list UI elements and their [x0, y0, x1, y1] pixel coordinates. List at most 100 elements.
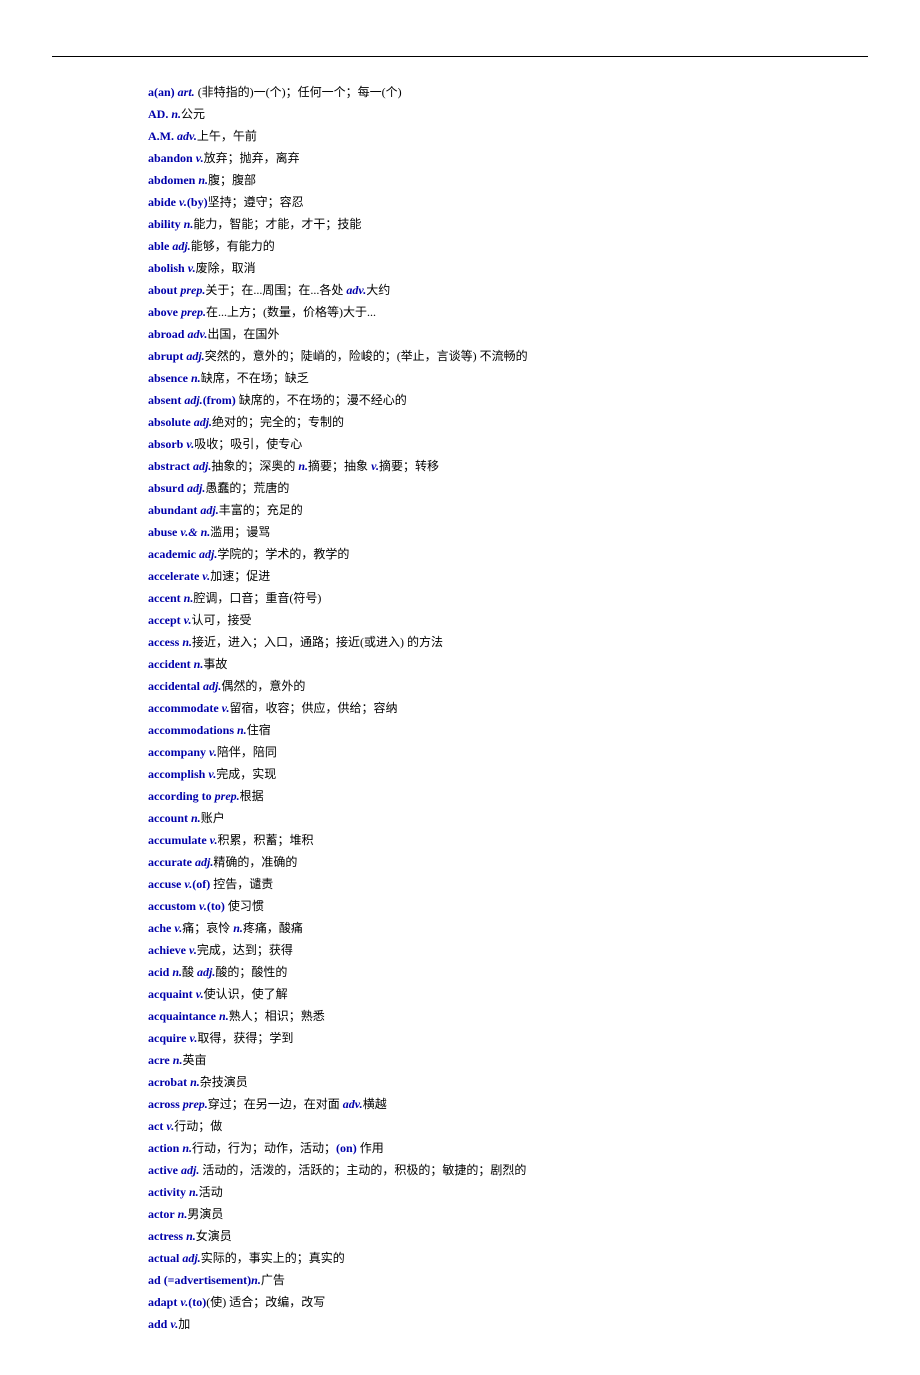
part-of-speech: v. — [184, 613, 192, 627]
vocab-entry: abundant adj.丰富的；充足的 — [148, 499, 864, 521]
definition: 接近，进入；入口，通路；接近(或进入) 的方法 — [192, 635, 443, 649]
part-of-speech: adj. — [197, 965, 215, 979]
part-of-speech: adj. — [193, 459, 211, 473]
headword: (on) — [336, 1141, 357, 1155]
vocab-entry: abuse v.& n.滥用；谩骂 — [148, 521, 864, 543]
part-of-speech: n. — [186, 1229, 196, 1243]
vocab-entry: across prep.穿过；在另一边，在对面 adv.横越 — [148, 1093, 864, 1115]
part-of-speech: art. — [178, 85, 195, 99]
definition: 男演员 — [187, 1207, 223, 1221]
definition: 疼痛，酸痛 — [243, 921, 303, 935]
part-of-speech: n. — [182, 635, 192, 649]
headword: acre — [148, 1053, 170, 1067]
part-of-speech: n. — [237, 723, 247, 737]
part-of-speech: n. — [173, 1053, 183, 1067]
headword: abolish — [148, 261, 185, 275]
headword: action — [148, 1141, 179, 1155]
vocab-entry: accustom v.(to) 使习惯 — [148, 895, 864, 917]
vocab-entry: ability n.能力，智能；才能，才干；技能 — [148, 213, 864, 235]
headword: (to) — [207, 899, 225, 913]
vocab-entry: accident n.事故 — [148, 653, 864, 675]
definition: 活动 — [199, 1185, 223, 1199]
definition: 行动，行为；动作，活动； — [192, 1141, 336, 1155]
definition: 大约 — [366, 283, 390, 297]
part-of-speech: adj. — [194, 415, 212, 429]
vocab-entry: above prep.在...上方；(数量，价格等)大于... — [148, 301, 864, 323]
definition: 穿过；在另一边，在对面 — [208, 1097, 343, 1111]
part-of-speech: n. — [184, 217, 194, 231]
vocab-entry: a(an) art. (非特指的)一(个)；任何一个；每一(个) — [148, 81, 864, 103]
definition: 女演员 — [196, 1229, 232, 1243]
part-of-speech: v. — [202, 569, 210, 583]
definition: 积累，积蓄；堆积 — [218, 833, 314, 847]
headword: accomplish — [148, 767, 205, 781]
definition: 加速；促进 — [210, 569, 270, 583]
part-of-speech: n. — [171, 107, 181, 121]
vocab-entry: abstract adj.抽象的；深奥的 n.摘要；抽象 v.摘要；转移 — [148, 455, 864, 477]
headword: accumulate — [148, 833, 207, 847]
headword: academic — [148, 547, 196, 561]
definition: 能够，有能力的 — [191, 239, 275, 253]
headword: add — [148, 1317, 167, 1331]
part-of-speech: adj. — [200, 503, 218, 517]
vocab-entry: accelerate v.加速；促进 — [148, 565, 864, 587]
part-of-speech: v. — [179, 195, 187, 209]
vocab-entry: accept v.认可，接受 — [148, 609, 864, 631]
definition: 账户 — [201, 811, 225, 825]
document-page: a(an) art. (非特指的)一(个)；任何一个；每一(个)AD. n.公元… — [0, 0, 920, 1375]
headword: accept — [148, 613, 181, 627]
vocab-entry: accurate adj.精确的，准确的 — [148, 851, 864, 873]
definition: 出国，在国外 — [207, 327, 279, 341]
definition: 废除，取消 — [196, 261, 256, 275]
headword: accommodate — [148, 701, 219, 715]
part-of-speech: adj. — [184, 393, 202, 407]
vocab-entry: achieve v.完成，达到；获得 — [148, 939, 864, 961]
headword: access — [148, 635, 179, 649]
vocab-entry: acquire v.取得，获得；学到 — [148, 1027, 864, 1049]
part-of-speech: n. — [172, 965, 182, 979]
vocab-entry: acquaintance n.熟人；相识；熟悉 — [148, 1005, 864, 1027]
definition: 上午，午前 — [197, 129, 257, 143]
definition: 住宿 — [247, 723, 271, 737]
definition: 能力，智能；才能，才干；技能 — [193, 217, 361, 231]
headword: ache — [148, 921, 171, 935]
definition: 腹；腹部 — [208, 173, 256, 187]
headword: act — [148, 1119, 163, 1133]
vocab-entry: abide v.(by)坚持；遵守；容忍 — [148, 191, 864, 213]
headword: acrobat — [148, 1075, 187, 1089]
vocab-entry: about prep.关于；在...周围；在...各处 adv.大约 — [148, 279, 864, 301]
definition: (非特指的)一(个)；任何一个；每一(个) — [198, 85, 402, 99]
headword: acid — [148, 965, 169, 979]
headword: across — [148, 1097, 180, 1111]
headword: accommodations — [148, 723, 234, 737]
definition: 在...上方；(数量，价格等)大于... — [206, 305, 376, 319]
vocab-entry: activity n.活动 — [148, 1181, 864, 1203]
definition: 留宿，收容；供应，供给；容纳 — [230, 701, 398, 715]
part-of-speech: v. — [222, 701, 230, 715]
headword: accidental — [148, 679, 200, 693]
vocab-entry: able adj.能够，有能力的 — [148, 235, 864, 257]
headword: abundant — [148, 503, 197, 517]
definition: 加 — [178, 1317, 190, 1331]
headword: about — [148, 283, 177, 297]
part-of-speech: adj. — [182, 1251, 200, 1265]
vocab-entry: absurd adj.愚蠢的；荒唐的 — [148, 477, 864, 499]
part-of-speech: adj. — [181, 1163, 199, 1177]
vocab-entry: absent adj.(from) 缺席的，不在场的；漫不经心的 — [148, 389, 864, 411]
definition: 完成，实现 — [216, 767, 276, 781]
definition: 缺席的，不在场的；漫不经心的 — [236, 393, 407, 407]
definition: 突然的，意外的；陡峭的，险峻的；(举止，言谈等) 不流畅的 — [205, 349, 528, 363]
part-of-speech: n. — [201, 525, 211, 539]
definition: 酸 — [182, 965, 197, 979]
part-of-speech: n. — [191, 811, 201, 825]
definition: 精确的，准确的 — [213, 855, 297, 869]
definition: 丰富的；充足的 — [219, 503, 303, 517]
definition: (使) 适合；改编，改写 — [206, 1295, 325, 1309]
part-of-speech: n. — [194, 657, 204, 671]
headword: accident — [148, 657, 191, 671]
part-of-speech: n. — [251, 1273, 261, 1287]
headword: active — [148, 1163, 178, 1177]
vocab-entry: accommodations n.住宿 — [148, 719, 864, 741]
headword: abdomen — [148, 173, 195, 187]
vocab-entry: accommodate v.留宿，收容；供应，供给；容纳 — [148, 697, 864, 719]
